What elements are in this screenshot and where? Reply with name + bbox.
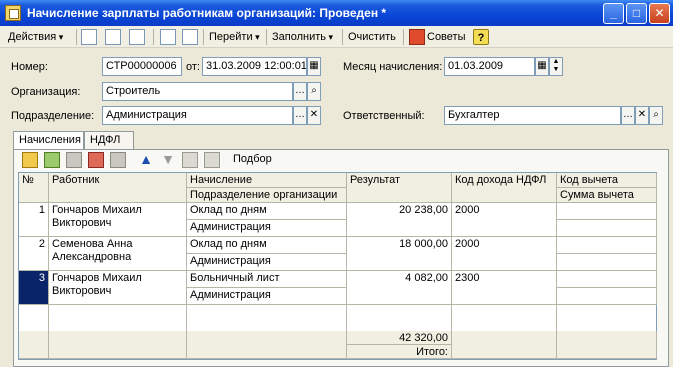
document-icon: [5, 5, 21, 21]
refresh-icon[interactable]: [129, 29, 145, 45]
fill-menu[interactable]: Заполнить: [272, 29, 333, 45]
title-bar: Начисление зарплаты работникам организац…: [0, 0, 673, 26]
header-department[interactable]: Подразделение организации: [187, 188, 347, 203]
row-number[interactable]: 1: [19, 203, 49, 237]
responsible-field[interactable]: Бухгалтер: [444, 106, 621, 125]
responsible-select-icon[interactable]: …: [621, 106, 635, 125]
row-income-code[interactable]: 2000: [452, 203, 557, 237]
row-deduction-code[interactable]: [557, 203, 657, 220]
month-spinner-icon[interactable]: ▲ ▼: [549, 57, 563, 76]
row-result[interactable]: 20 238,00: [347, 203, 452, 237]
row-income-code[interactable]: 2300: [452, 271, 557, 305]
header-result[interactable]: Результат: [347, 173, 452, 203]
row-department[interactable]: Администрация: [187, 220, 347, 237]
row-deduction-code[interactable]: [557, 271, 657, 288]
sort-asc-icon[interactable]: [182, 152, 198, 168]
row-employee[interactable]: Гончаров Михаил Викторович: [49, 271, 187, 305]
tab-ndfl[interactable]: НДФЛ: [84, 131, 134, 149]
row-accrual[interactable]: Больничный лист: [187, 271, 347, 288]
row-deduction-code[interactable]: [557, 237, 657, 254]
department-label: Подразделение:: [11, 110, 95, 122]
responsible-clear-icon[interactable]: ✕: [635, 106, 649, 125]
sort-desc-icon[interactable]: [204, 152, 220, 168]
department-clear-icon[interactable]: ✕: [307, 106, 321, 125]
move-down-icon[interactable]: ▼: [160, 152, 176, 168]
tab-accruals[interactable]: Начисления: [13, 131, 84, 150]
row-result[interactable]: 18 000,00: [347, 237, 452, 271]
go-back-icon[interactable]: [81, 29, 97, 45]
add-row-icon[interactable]: [22, 152, 38, 168]
date-field[interactable]: 31.03.2009 12:00:01: [202, 57, 307, 76]
print-icon[interactable]: [160, 29, 176, 45]
calendar-icon[interactable]: ▦: [307, 57, 321, 76]
post-document-icon[interactable]: [182, 29, 198, 45]
department-select-icon[interactable]: …: [293, 106, 307, 125]
number-label: Номер:: [11, 61, 48, 73]
row-income-code[interactable]: 2000: [452, 237, 557, 271]
end-edit-icon[interactable]: [110, 152, 126, 168]
organization-search-icon[interactable]: ⌕: [307, 82, 321, 101]
department-field[interactable]: Администрация: [102, 106, 293, 125]
clear-button[interactable]: Очистить: [348, 29, 396, 45]
organization-label: Организация:: [11, 86, 81, 98]
header-employee[interactable]: Работник: [49, 173, 187, 203]
header-income-code[interactable]: Код дохода НДФЛ: [452, 173, 557, 203]
close-button[interactable]: ✕: [649, 3, 670, 24]
row-deduction-sum[interactable]: [557, 254, 657, 271]
organization-field[interactable]: Строитель: [102, 82, 293, 101]
command-bar: Действия Перейти Заполнить Очистить Сове…: [0, 26, 673, 48]
header-accrual[interactable]: Начисление: [187, 173, 347, 188]
minimize-button[interactable]: _: [603, 3, 624, 24]
row-employee[interactable]: Гончаров Михаил Викторович: [49, 203, 187, 237]
row-employee[interactable]: Семенова Анна Александровна: [49, 237, 187, 271]
header-deduction-sum[interactable]: Сумма вычета: [557, 188, 657, 203]
responsible-search-icon[interactable]: ⌕: [649, 106, 663, 125]
help-icon[interactable]: ?: [473, 29, 489, 45]
actions-menu[interactable]: Действия: [8, 29, 63, 45]
pick-button[interactable]: Подбор: [233, 153, 272, 165]
date-label: от:: [186, 61, 200, 73]
number-field[interactable]: СТР00000006: [102, 57, 182, 76]
organization-select-icon[interactable]: …: [293, 82, 307, 101]
row-result[interactable]: 4 082,00: [347, 271, 452, 305]
row-accrual[interactable]: Оклад по дням: [187, 237, 347, 254]
responsible-label: Ответственный:: [343, 110, 425, 122]
delete-row-icon[interactable]: [88, 152, 104, 168]
structure-icon[interactable]: [105, 29, 121, 45]
tips-button[interactable]: Советы: [427, 29, 465, 45]
row-department[interactable]: Администрация: [187, 288, 347, 305]
total-label: Итого:: [347, 345, 452, 359]
window-title: Начисление зарплаты работникам организац…: [27, 6, 387, 20]
copy-row-icon[interactable]: [44, 152, 60, 168]
accruals-table: № Работник Начисление Подразделение орга…: [18, 172, 657, 360]
month-calendar-icon[interactable]: ▦: [535, 57, 549, 76]
row-number[interactable]: 3: [19, 271, 49, 305]
maximize-button[interactable]: □: [626, 3, 647, 24]
row-department[interactable]: Администрация: [187, 254, 347, 271]
total-value: 42 320,00: [347, 331, 452, 345]
tips-icon: [409, 29, 425, 45]
row-number[interactable]: 2: [19, 237, 49, 271]
header-deduction-code[interactable]: Код вычета: [557, 173, 657, 188]
header-num[interactable]: №: [19, 173, 49, 203]
move-up-icon[interactable]: ▲: [138, 152, 154, 168]
row-deduction-sum[interactable]: [557, 220, 657, 237]
row-accrual[interactable]: Оклад по дням: [187, 203, 347, 220]
month-label: Месяц начисления:: [343, 61, 443, 73]
goto-menu[interactable]: Перейти: [209, 29, 260, 45]
row-deduction-sum[interactable]: [557, 288, 657, 305]
month-field[interactable]: 01.03.2009: [444, 57, 535, 76]
edit-row-icon[interactable]: [66, 152, 82, 168]
